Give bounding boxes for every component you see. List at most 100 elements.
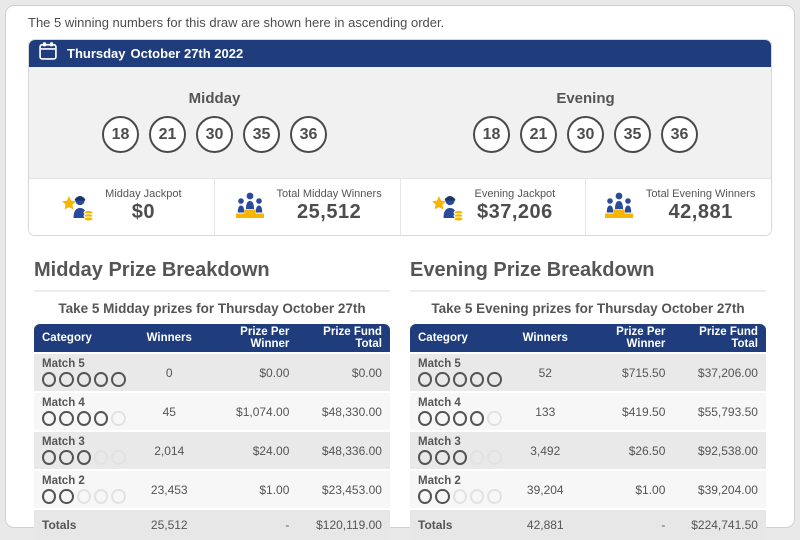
stat-cell: Total Midday Winners 25,512 (214, 179, 400, 235)
matched-ball-icon (59, 372, 73, 387)
match-circles (42, 411, 126, 426)
header-cell-category: Category (410, 332, 510, 344)
winners-cell: 39,204 (510, 483, 581, 497)
match-circles (42, 489, 126, 504)
breakdown-section: Midday Prize Breakdown Take 5 Midday pri… (34, 259, 390, 540)
winning-number-ball: 35 (614, 116, 651, 153)
table-header-row: Category Winners Prize Per Winner Prize … (410, 324, 766, 352)
stat-value: 42,881 (646, 201, 755, 224)
match-circles (418, 450, 502, 465)
prize-fund-total-cell: $48,330.00 (297, 405, 390, 419)
category-label: Match 3 (42, 436, 126, 448)
unmatched-ball-icon (111, 450, 125, 465)
stat-value: $37,206 (475, 201, 556, 224)
totals-row: Totals 25,512 - $120,119.00 (34, 508, 390, 540)
category-label: Match 5 (418, 358, 502, 370)
prize-per-winner-cell: $715.50 (581, 366, 674, 380)
prize-row: Match 2 39,204 $1.00 $39,204.00 (410, 469, 766, 508)
stat-cell: Midday Jackpot $0 (29, 179, 214, 235)
matched-ball-icon (418, 411, 432, 426)
totals-row: Totals 42,881 - $224,741.50 (410, 508, 766, 540)
winning-number-ball: 18 (473, 116, 510, 153)
winners-podium-icon (602, 191, 636, 221)
prize-table: Category Winners Prize Per Winner Prize … (34, 324, 390, 540)
prize-fund-total-cell: $37,206.00 (673, 366, 766, 380)
totals-prize-per-winner: - (205, 518, 298, 532)
totals-label: Totals (34, 518, 134, 532)
prize-fund-total-cell: $23,453.00 (297, 483, 390, 497)
matched-ball-icon (418, 450, 432, 465)
match-circles (418, 411, 502, 426)
prize-row: Match 4 45 $1,074.00 $48,330.00 (34, 391, 390, 430)
prize-table: Category Winners Prize Per Winner Prize … (410, 324, 766, 540)
totals-prize-fund-total: $120,119.00 (297, 518, 390, 532)
draw-header: ThursdayOctober 27th 2022 (29, 40, 771, 67)
header-cell-winners: Winners (134, 332, 205, 344)
breakdown-subtitle: Take 5 Evening prizes for Thursday Octob… (410, 301, 766, 316)
matched-ball-icon (111, 372, 125, 387)
winning-number-ball: 35 (243, 116, 280, 153)
unmatched-ball-icon (94, 489, 108, 504)
winning-number-ball: 30 (567, 116, 604, 153)
header-cell-prize-fund-total: Prize Fund Total (673, 326, 766, 350)
unmatched-ball-icon (111, 489, 125, 504)
winning-number-ball: 21 (149, 116, 186, 153)
matched-ball-icon (435, 450, 449, 465)
table-body: Match 5 52 $715.50 $37,206.00 Match 4 13… (410, 352, 766, 508)
matched-ball-icon (435, 372, 449, 387)
matched-ball-icon (435, 411, 449, 426)
winners-cell: 3,492 (510, 444, 581, 458)
prize-per-winner-cell: $1.00 (205, 483, 298, 497)
winning-numbers: 18 21 30 35 36 (29, 116, 400, 153)
matched-ball-icon (42, 411, 56, 426)
prize-per-winner-cell: $419.50 (581, 405, 674, 419)
page-container: The 5 winning numbers for this draw are … (5, 5, 795, 528)
winners-cell: 52 (510, 366, 581, 380)
category-label: Match 2 (42, 475, 126, 487)
category-label: Match 5 (42, 358, 126, 370)
stat-cell: Evening Jackpot $37,206 (400, 179, 586, 235)
header-cell-prize-per-winner: Prize Per Winner (581, 326, 674, 350)
unmatched-ball-icon (470, 489, 484, 504)
header-cell-category: Category (34, 332, 134, 344)
matched-ball-icon (487, 372, 501, 387)
breakdown-title: Evening Prize Breakdown (410, 259, 766, 282)
winning-number-ball: 30 (196, 116, 233, 153)
matched-ball-icon (59, 411, 73, 426)
breakdown-subtitle: Take 5 Midday prizes for Thursday Octobe… (34, 301, 390, 316)
prize-per-winner-cell: $26.50 (581, 444, 674, 458)
category-label: Match 2 (418, 475, 502, 487)
stat-label: Evening Jackpot (475, 188, 556, 200)
category-label: Match 4 (42, 397, 126, 409)
winning-number-ball: 36 (661, 116, 698, 153)
matched-ball-icon (94, 411, 108, 426)
prize-fund-total-cell: $39,204.00 (673, 483, 766, 497)
prize-fund-total-cell: $55,793.50 (673, 405, 766, 419)
matched-ball-icon (42, 450, 56, 465)
stat-value: $0 (105, 201, 181, 224)
winners-cell: 45 (134, 405, 205, 419)
match-circles (418, 372, 502, 387)
session-name: Evening (400, 90, 771, 107)
winners-cell: 23,453 (134, 483, 205, 497)
unmatched-ball-icon (487, 411, 501, 426)
unmatched-ball-icon (487, 489, 501, 504)
unmatched-ball-icon (111, 411, 125, 426)
draw-card: ThursdayOctober 27th 2022 Midday 18 21 3… (28, 39, 772, 236)
breakdown-title: Midday Prize Breakdown (34, 259, 390, 282)
prize-fund-total-cell: $0.00 (297, 366, 390, 380)
prize-per-winner-cell: $24.00 (205, 444, 298, 458)
winners-podium-icon (233, 191, 267, 221)
prize-row: Match 3 3,492 $26.50 $92,538.00 (410, 430, 766, 469)
draw-body: Midday 18 21 30 35 36 Evening 18 21 30 3… (29, 67, 771, 178)
matched-ball-icon (453, 450, 467, 465)
stat-cell: Total Evening Winners 42,881 (585, 179, 771, 235)
matched-ball-icon (453, 411, 467, 426)
draw-date-day: Thursday (67, 46, 126, 61)
stat-value: 25,512 (277, 201, 382, 224)
calendar-icon (38, 41, 58, 66)
unmatched-ball-icon (470, 450, 484, 465)
totals-winners: 25,512 (134, 518, 205, 532)
prize-row: Match 4 133 $419.50 $55,793.50 (410, 391, 766, 430)
matched-ball-icon (59, 489, 73, 504)
